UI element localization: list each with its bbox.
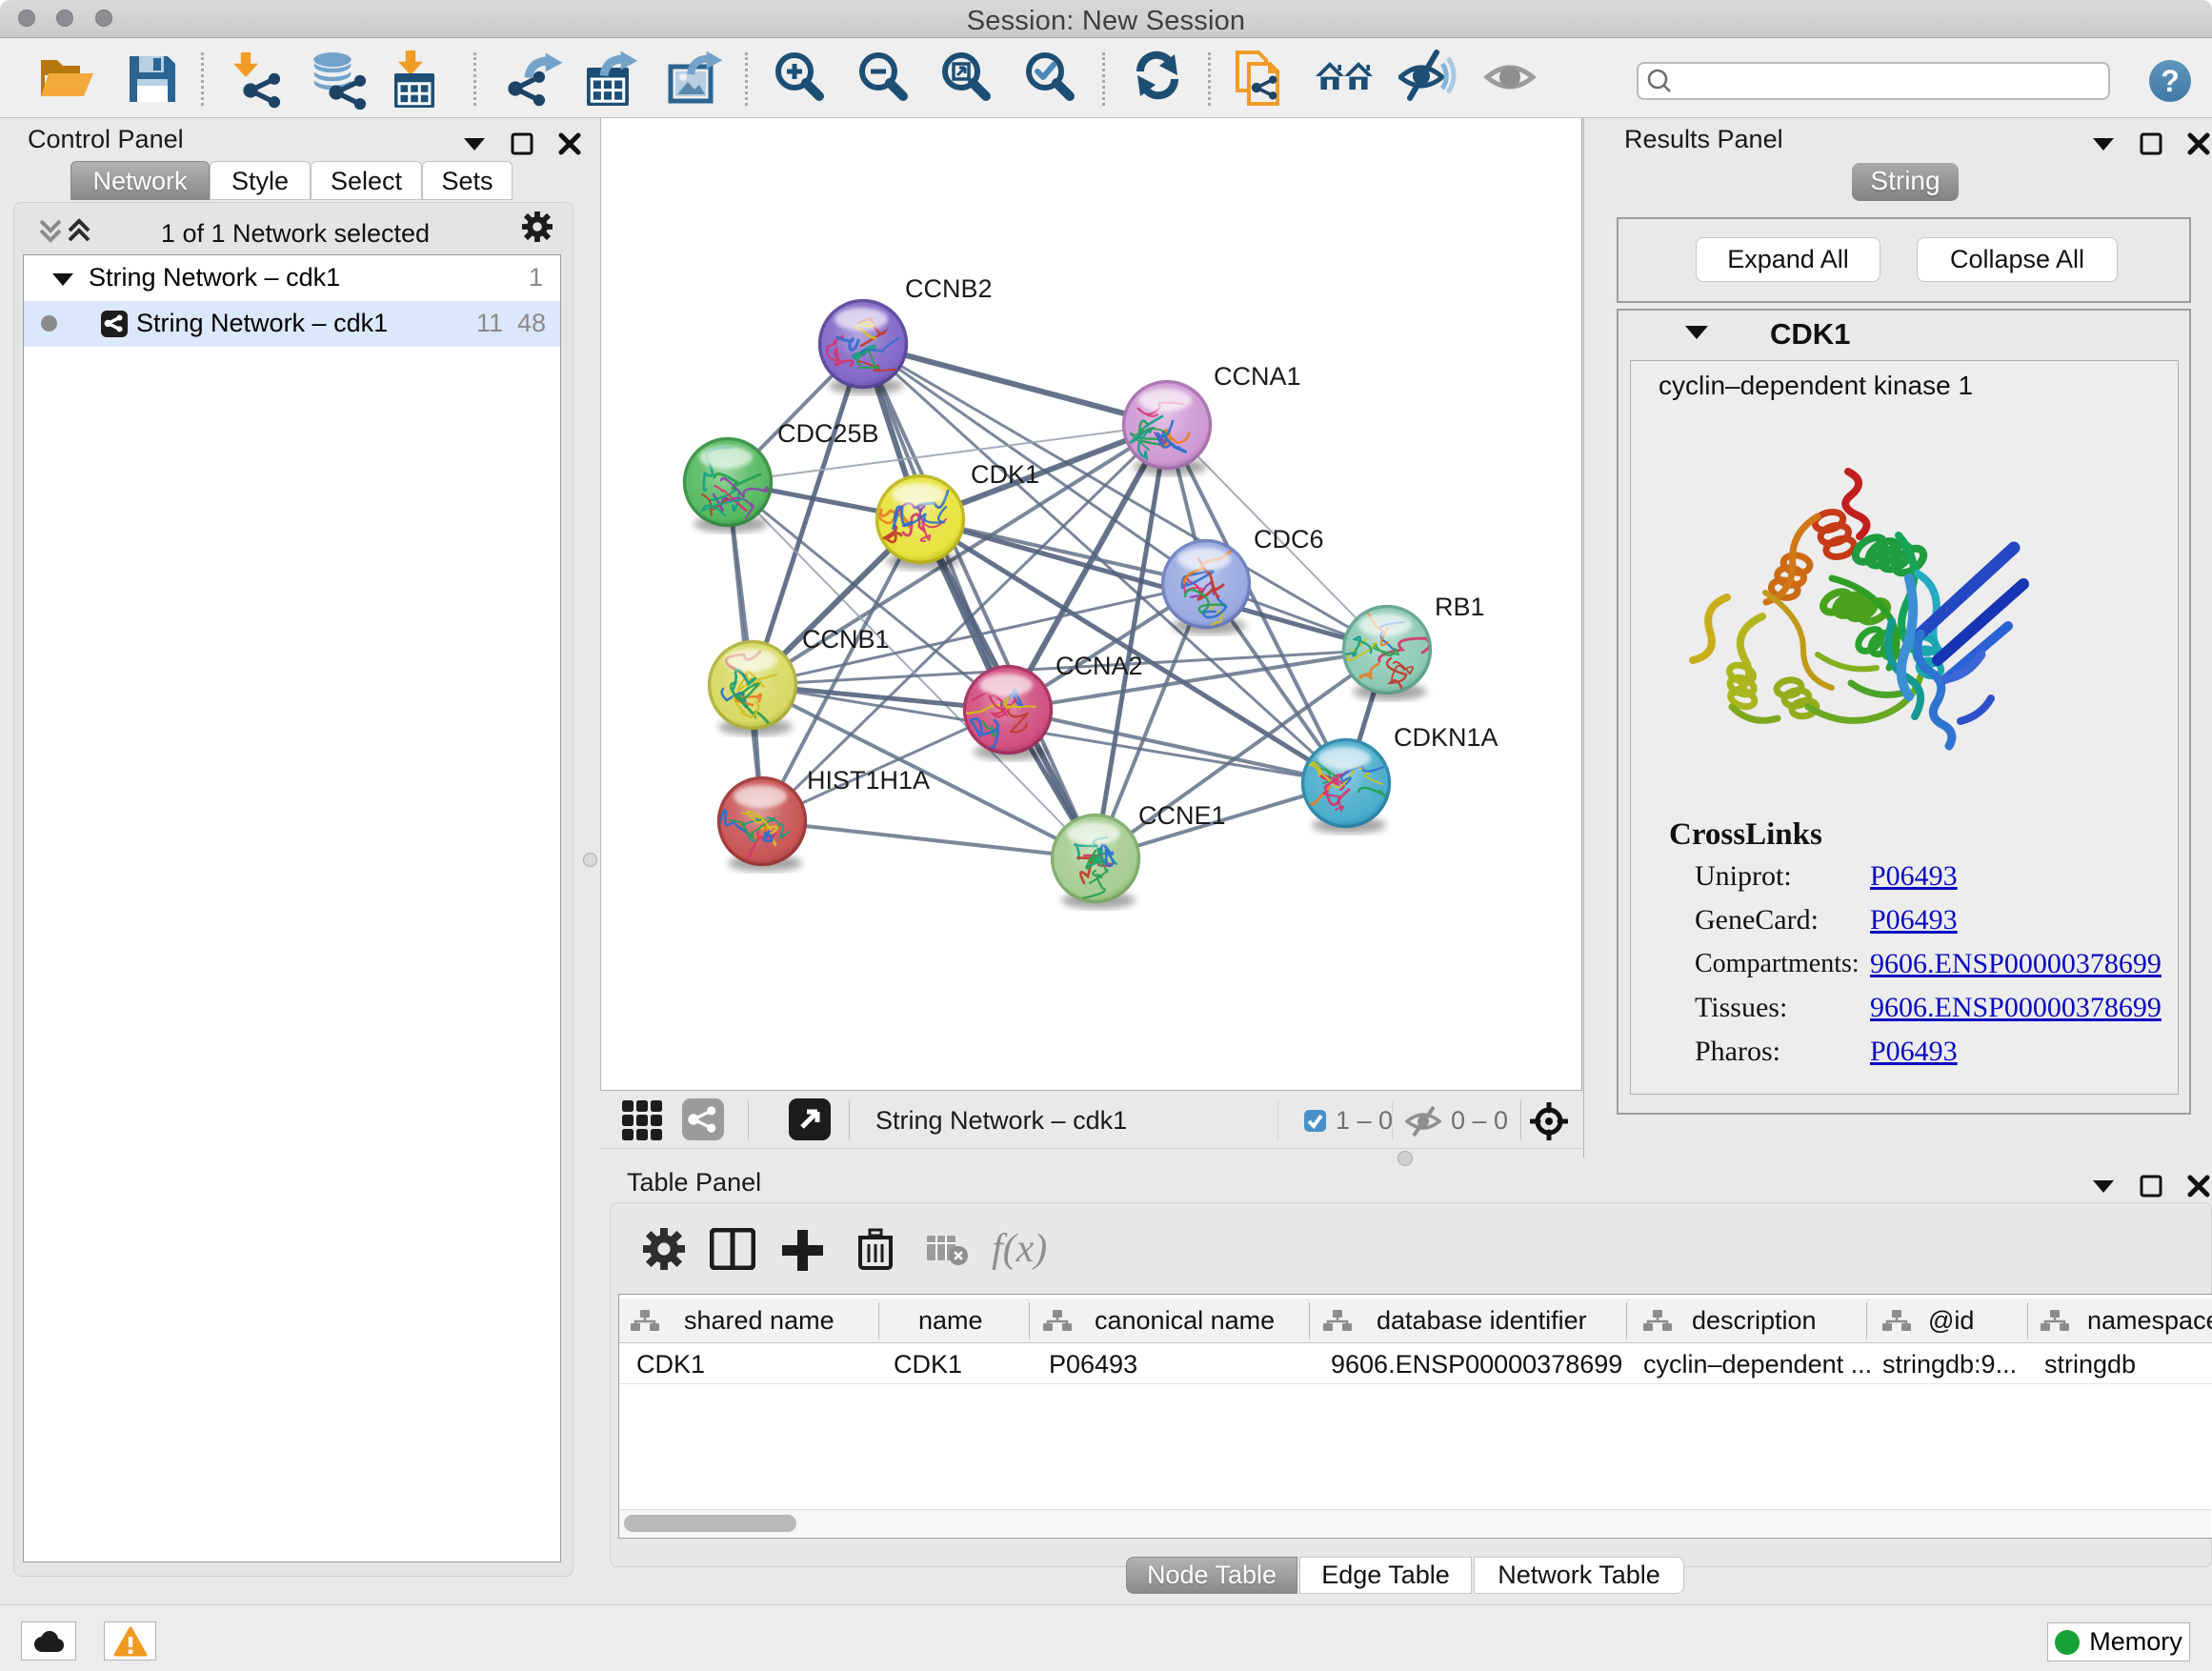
svg-text:HIST1H1A: HIST1H1A <box>807 766 930 795</box>
svg-text:CDKN1A: CDKN1A <box>1394 723 1498 752</box>
svg-text:CCNA2: CCNA2 <box>1056 652 1143 680</box>
svg-text:CCNA1: CCNA1 <box>1214 362 1301 391</box>
svg-text:CDK1: CDK1 <box>971 460 1039 489</box>
svg-text:CCNB1: CCNB1 <box>802 625 890 654</box>
svg-text:CCNB2: CCNB2 <box>905 274 993 303</box>
svg-text:RB1: RB1 <box>1435 593 1485 621</box>
svg-text:CCNE1: CCNE1 <box>1138 801 1226 830</box>
svg-text:CDC25B: CDC25B <box>777 419 879 448</box>
svg-text:CDC6: CDC6 <box>1254 525 1324 554</box>
